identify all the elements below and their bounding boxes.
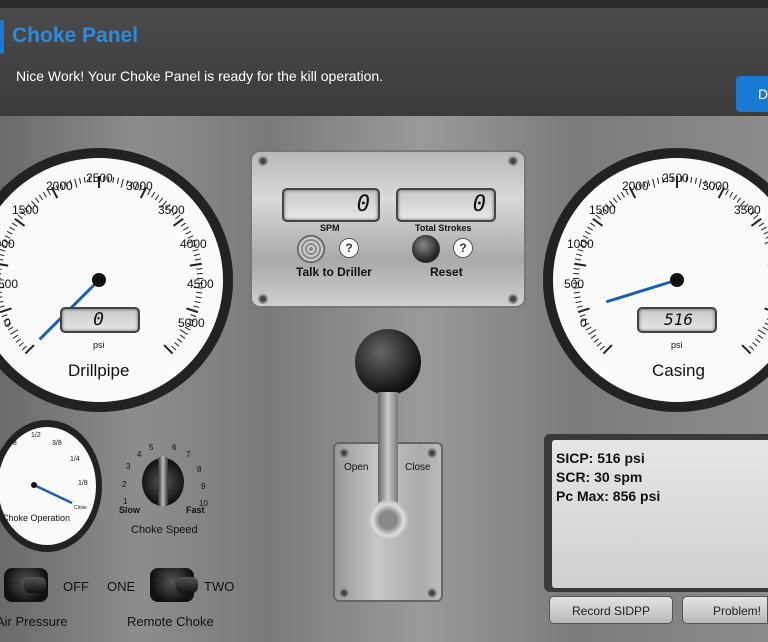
choke-op-tick-58: 5/8 <box>7 440 17 447</box>
choke-op-tick-12: 1/2 <box>31 432 41 439</box>
casing-readout: 516 <box>637 307 717 333</box>
sicp-text: SICP: 516 psi <box>556 450 645 466</box>
choke-speed-tick-5: 5 <box>149 443 154 452</box>
casing-title: Casing <box>652 361 705 380</box>
pump-panel <box>250 150 526 308</box>
remote-choke-label: Remote Choke <box>127 614 214 629</box>
record-sidpp-button[interactable]: Record SIDPP <box>549 596 673 624</box>
pc-max-text: Pc Max: 856 psi <box>556 488 661 504</box>
air-pressure-label: Air Pressure <box>0 614 68 629</box>
drillpipe-unit: psi <box>93 340 105 350</box>
choke-speed-tick-7: 7 <box>186 450 191 459</box>
choke-speed-pointer <box>158 456 168 506</box>
drillpipe-tick-3500: 3500 <box>158 203 185 217</box>
drillpipe-tick-500: 500 <box>0 277 19 291</box>
spm-readout: 0 <box>282 188 380 222</box>
remote-choke-one-label: ONE <box>107 579 136 594</box>
lever-close-label: Close <box>405 462 431 473</box>
choke-speed-tick-2: 2 <box>122 480 127 489</box>
drillpipe-tick-0: 0 <box>4 316 11 330</box>
choke-speed-slow-label: Slow <box>119 505 141 515</box>
drillpipe-title: Drillpipe <box>68 361 130 380</box>
choke-op-tick-38: 3/8 <box>52 440 62 447</box>
reset-label: Reset <box>430 265 463 279</box>
drillpipe-tick-4500: 4500 <box>187 277 214 291</box>
choke-speed-fast-label: Fast <box>186 505 205 515</box>
choke-operation-title: Choke Operation <box>2 513 71 523</box>
casing-tick-0: 0 <box>580 316 587 330</box>
reset-button[interactable] <box>412 235 440 263</box>
banner-action-button[interactable]: D <box>736 76 768 112</box>
drillpipe-readout: 0 <box>60 307 140 333</box>
casing-tick-3500: 3500 <box>734 203 761 217</box>
air-pressure-lever <box>24 577 46 593</box>
gauge-tick <box>196 268 203 270</box>
drillpipe-tick-2000: 2000 <box>46 179 73 193</box>
info-screen: SICP: 516 psi SCR: 30 spm Pc Max: 856 ps… <box>544 434 768 592</box>
casing-unit: psi <box>671 340 683 350</box>
screw-icon <box>508 156 518 166</box>
gauge-tick <box>573 268 580 270</box>
choke-speed-tick-8: 8 <box>197 465 202 474</box>
total-strokes-label: Total Strokes <box>415 223 472 233</box>
choke-speed-tick-9: 9 <box>201 482 206 491</box>
casing-tick-2500: 2500 <box>662 171 689 185</box>
remote-choke-two-label: TWO <box>204 579 235 594</box>
air-pressure-off-label: OFF <box>63 579 89 594</box>
choke-speed-tick-3: 3 <box>126 462 131 471</box>
lever-handle[interactable] <box>368 500 408 540</box>
screw-icon <box>427 588 437 598</box>
drillpipe-tick-2500: 2500 <box>86 171 113 185</box>
choke-speed-tick-4: 4 <box>137 450 142 459</box>
choke-speed-tick-6: 6 <box>172 443 177 452</box>
banner-message: Nice Work! Your Choke Panel is ready for… <box>16 68 384 84</box>
problem-button[interactable]: Problem! <box>682 596 768 624</box>
casing-tick-1500: 1500 <box>589 203 616 217</box>
status-strip <box>0 0 768 8</box>
lever-knob[interactable] <box>355 329 421 395</box>
casing-tick-500: 500 <box>564 277 585 291</box>
drillpipe-tick-4000: 4000 <box>180 237 207 251</box>
screw-icon <box>508 294 518 304</box>
screw-icon <box>339 588 349 598</box>
choke-op-tick-close: Close <box>74 505 87 511</box>
reset-help-icon[interactable]: ? <box>453 238 473 258</box>
choke-op-tick-14: 1/4 <box>70 456 80 463</box>
page-title: Choke Panel <box>12 24 139 47</box>
choke-op-tick-18: 1/8 <box>78 480 88 487</box>
drillpipe-tick-5000: 5000 <box>178 316 205 330</box>
drillpipe-tick-1000: 1000 <box>0 237 15 251</box>
total-strokes-readout: 0 <box>396 188 496 222</box>
lever-open-label: Open <box>344 462 369 473</box>
casing-tick-1000: 1000 <box>567 237 594 251</box>
scr-text: SCR: 30 spm <box>556 469 643 485</box>
talk-to-driller-button[interactable] <box>297 235 325 263</box>
remote-choke-lever <box>176 577 198 593</box>
casing-tick-2000: 2000 <box>622 179 649 193</box>
talk-help-icon[interactable]: ? <box>339 238 359 258</box>
spm-label: SPM <box>320 223 340 233</box>
completion-banner: Choke Panel Nice Work! Your Choke Panel … <box>0 8 768 116</box>
banner-accent-bar <box>0 20 4 54</box>
drillpipe-tick-3000: 3000 <box>126 179 153 193</box>
info-screen-display: SICP: 516 psi SCR: 30 spm Pc Max: 856 ps… <box>552 440 768 588</box>
screw-icon <box>427 448 437 458</box>
talk-to-driller-label: Talk to Driller <box>296 265 372 279</box>
casing-tick-3000: 3000 <box>702 179 729 193</box>
screw-icon <box>339 448 349 458</box>
choke-speed-title: Choke Speed <box>131 524 198 536</box>
screw-icon <box>258 156 268 166</box>
screw-icon <box>258 294 268 304</box>
drillpipe-tick-1500: 1500 <box>12 203 39 217</box>
